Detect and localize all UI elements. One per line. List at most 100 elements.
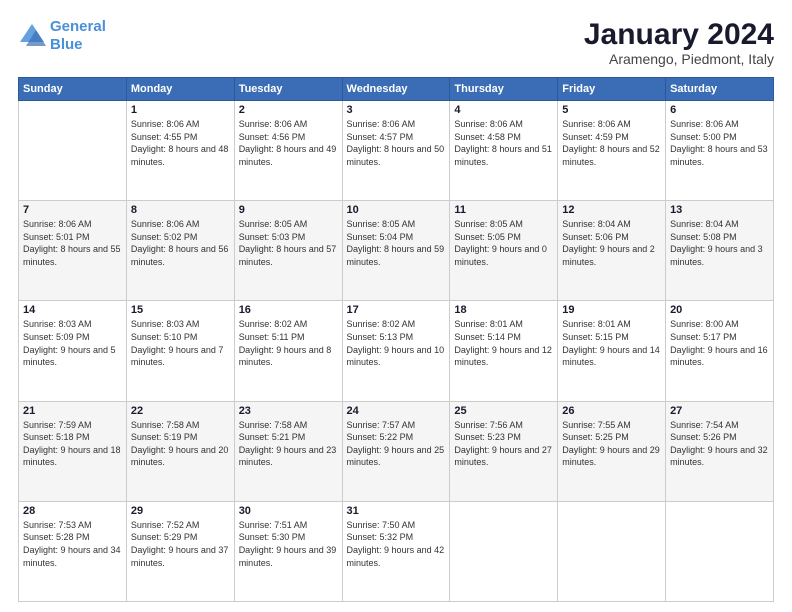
day-info: Sunrise: 8:06 AMSunset: 4:58 PMDaylight:… [454, 118, 553, 168]
day-number: 23 [239, 405, 338, 417]
logo-line1: General [50, 18, 106, 35]
logo-icon [18, 22, 46, 50]
main-title: January 2024 [584, 18, 774, 51]
day-info: Sunrise: 8:04 AMSunset: 5:08 PMDaylight:… [670, 218, 769, 268]
calendar-cell: 24 Sunrise: 7:57 AMSunset: 5:22 PMDayligh… [342, 401, 450, 501]
day-number: 19 [562, 304, 661, 316]
sub-title: Aramengo, Piedmont, Italy [584, 51, 774, 67]
day-info: Sunrise: 7:50 AMSunset: 5:32 PMDaylight:… [347, 519, 446, 569]
calendar-cell: 28 Sunrise: 7:53 AMSunset: 5:28 PMDayligh… [19, 501, 127, 601]
calendar-cell: 20Sunrise: 8:00 AMSunset: 5:17 PMDayligh… [666, 301, 774, 401]
day-info: Sunrise: 7:54 AMSunset: 5:26 PMDaylight:… [670, 419, 769, 469]
calendar-week-2: 7 Sunrise: 8:06 AMSunset: 5:01 PMDaylight… [19, 201, 774, 301]
header: General Blue January 2024 Aramengo, Pied… [18, 18, 774, 67]
weekday-header-wednesday: Wednesday [342, 78, 450, 101]
calendar-cell: 16 Sunrise: 8:02 AMSunset: 5:11 PMDayligh… [234, 301, 342, 401]
day-number: 28 [23, 505, 122, 517]
day-number: 29 [131, 505, 230, 517]
day-info: Sunrise: 8:01 AMSunset: 5:14 PMDaylight:… [454, 318, 553, 368]
day-number: 4 [454, 104, 553, 116]
weekday-header-row: SundayMondayTuesdayWednesdayThursdayFrid… [19, 78, 774, 101]
calendar-cell [450, 501, 558, 601]
calendar-cell: 5 Sunrise: 8:06 AMSunset: 4:59 PMDaylight… [558, 101, 666, 201]
calendar-cell: 10Sunrise: 8:05 AMSunset: 5:04 PMDayligh… [342, 201, 450, 301]
day-number: 16 [239, 304, 338, 316]
day-info: Sunrise: 8:05 AMSunset: 5:04 PMDaylight:… [347, 218, 446, 268]
day-info: Sunrise: 8:06 AMSunset: 5:00 PMDaylight:… [670, 118, 769, 168]
day-number: 9 [239, 204, 338, 216]
calendar-cell: 23 Sunrise: 7:58 AMSunset: 5:21 PMDayligh… [234, 401, 342, 501]
day-number: 17 [347, 304, 446, 316]
calendar-cell: 31 Sunrise: 7:50 AMSunset: 5:32 PMDayligh… [342, 501, 450, 601]
day-info: Sunrise: 7:57 AMSunset: 5:22 PMDaylight:… [347, 419, 446, 469]
day-number: 3 [347, 104, 446, 116]
calendar-cell: 15Sunrise: 8:03 AMSunset: 5:10 PMDayligh… [126, 301, 234, 401]
day-info: Sunrise: 8:06 AMSunset: 4:59 PMDaylight:… [562, 118, 661, 168]
calendar-cell: 25Sunrise: 7:56 AMSunset: 5:23 PMDayligh… [450, 401, 558, 501]
day-number: 21 [23, 405, 122, 417]
calendar-cell [558, 501, 666, 601]
calendar-cell: 9 Sunrise: 8:05 AMSunset: 5:03 PMDaylight… [234, 201, 342, 301]
calendar-cell: 27 Sunrise: 7:54 AMSunset: 5:26 PMDayligh… [666, 401, 774, 501]
day-info: Sunrise: 7:53 AMSunset: 5:28 PMDaylight:… [23, 519, 122, 569]
day-number: 22 [131, 405, 230, 417]
day-number: 24 [347, 405, 446, 417]
weekday-header-tuesday: Tuesday [234, 78, 342, 101]
calendar-cell: 26 Sunrise: 7:55 AMSunset: 5:25 PMDayligh… [558, 401, 666, 501]
day-info: Sunrise: 8:04 AMSunset: 5:06 PMDaylight:… [562, 218, 661, 268]
day-info: Sunrise: 8:06 AMSunset: 5:01 PMDaylight:… [23, 218, 122, 268]
weekday-header-friday: Friday [558, 78, 666, 101]
day-number: 2 [239, 104, 338, 116]
calendar-cell: 19 Sunrise: 8:01 AMSunset: 5:15 PMDayligh… [558, 301, 666, 401]
weekday-header-monday: Monday [126, 78, 234, 101]
calendar-week-5: 28 Sunrise: 7:53 AMSunset: 5:28 PMDayligh… [19, 501, 774, 601]
day-number: 26 [562, 405, 661, 417]
day-number: 7 [23, 204, 122, 216]
calendar-cell: 7 Sunrise: 8:06 AMSunset: 5:01 PMDaylight… [19, 201, 127, 301]
day-number: 14 [23, 304, 122, 316]
weekday-header-thursday: Thursday [450, 78, 558, 101]
day-info: Sunrise: 8:02 AMSunset: 5:13 PMDaylight:… [347, 318, 446, 368]
day-number: 5 [562, 104, 661, 116]
logo-text: General Blue [50, 18, 106, 54]
calendar-cell: 6Sunrise: 8:06 AMSunset: 5:00 PMDaylight… [666, 101, 774, 201]
logo-line2: Blue [50, 36, 83, 53]
calendar-cell: 8Sunrise: 8:06 AMSunset: 5:02 PMDaylight… [126, 201, 234, 301]
weekday-header-sunday: Sunday [19, 78, 127, 101]
day-info: Sunrise: 8:02 AMSunset: 5:11 PMDaylight:… [239, 318, 338, 368]
day-info: Sunrise: 8:06 AMSunset: 4:57 PMDaylight:… [347, 118, 446, 168]
day-info: Sunrise: 7:52 AMSunset: 5:29 PMDaylight:… [131, 519, 230, 569]
day-info: Sunrise: 8:06 AMSunset: 4:56 PMDaylight:… [239, 118, 338, 168]
day-number: 31 [347, 505, 446, 517]
day-info: Sunrise: 8:05 AMSunset: 5:03 PMDaylight:… [239, 218, 338, 268]
day-info: Sunrise: 7:58 AMSunset: 5:21 PMDaylight:… [239, 419, 338, 469]
calendar-cell: 29 Sunrise: 7:52 AMSunset: 5:29 PMDayligh… [126, 501, 234, 601]
logo: General Blue [18, 18, 106, 54]
calendar-table: SundayMondayTuesdayWednesdayThursdayFrid… [18, 77, 774, 602]
calendar-cell [666, 501, 774, 601]
calendar-cell: 21 Sunrise: 7:59 AMSunset: 5:18 PMDayligh… [19, 401, 127, 501]
calendar-cell: 1 Sunrise: 8:06 AMSunset: 4:55 PMDaylight… [126, 101, 234, 201]
calendar-cell: 11Sunrise: 8:05 AMSunset: 5:05 PMDayligh… [450, 201, 558, 301]
day-number: 1 [131, 104, 230, 116]
day-number: 27 [670, 405, 769, 417]
calendar-cell: 17 Sunrise: 8:02 AMSunset: 5:13 PMDayligh… [342, 301, 450, 401]
calendar-cell: 14 Sunrise: 8:03 AMSunset: 5:09 PMDayligh… [19, 301, 127, 401]
calendar-cell: 12 Sunrise: 8:04 AMSunset: 5:06 PMDayligh… [558, 201, 666, 301]
day-info: Sunrise: 8:06 AMSunset: 4:55 PMDaylight:… [131, 118, 230, 168]
day-number: 12 [562, 204, 661, 216]
calendar-cell: 13 Sunrise: 8:04 AMSunset: 5:08 PMDayligh… [666, 201, 774, 301]
day-info: Sunrise: 8:01 AMSunset: 5:15 PMDaylight:… [562, 318, 661, 368]
day-info: Sunrise: 7:56 AMSunset: 5:23 PMDaylight:… [454, 419, 553, 469]
day-number: 30 [239, 505, 338, 517]
day-info: Sunrise: 7:58 AMSunset: 5:19 PMDaylight:… [131, 419, 230, 469]
title-block: January 2024 Aramengo, Piedmont, Italy [584, 18, 774, 67]
day-number: 13 [670, 204, 769, 216]
day-info: Sunrise: 8:03 AMSunset: 5:09 PMDaylight:… [23, 318, 122, 368]
day-info: Sunrise: 7:59 AMSunset: 5:18 PMDaylight:… [23, 419, 122, 469]
calendar-cell: 2 Sunrise: 8:06 AMSunset: 4:56 PMDaylight… [234, 101, 342, 201]
calendar-cell: 22 Sunrise: 7:58 AMSunset: 5:19 PMDayligh… [126, 401, 234, 501]
calendar-week-1: 1 Sunrise: 8:06 AMSunset: 4:55 PMDaylight… [19, 101, 774, 201]
day-info: Sunrise: 7:51 AMSunset: 5:30 PMDaylight:… [239, 519, 338, 569]
day-info: Sunrise: 7:55 AMSunset: 5:25 PMDaylight:… [562, 419, 661, 469]
